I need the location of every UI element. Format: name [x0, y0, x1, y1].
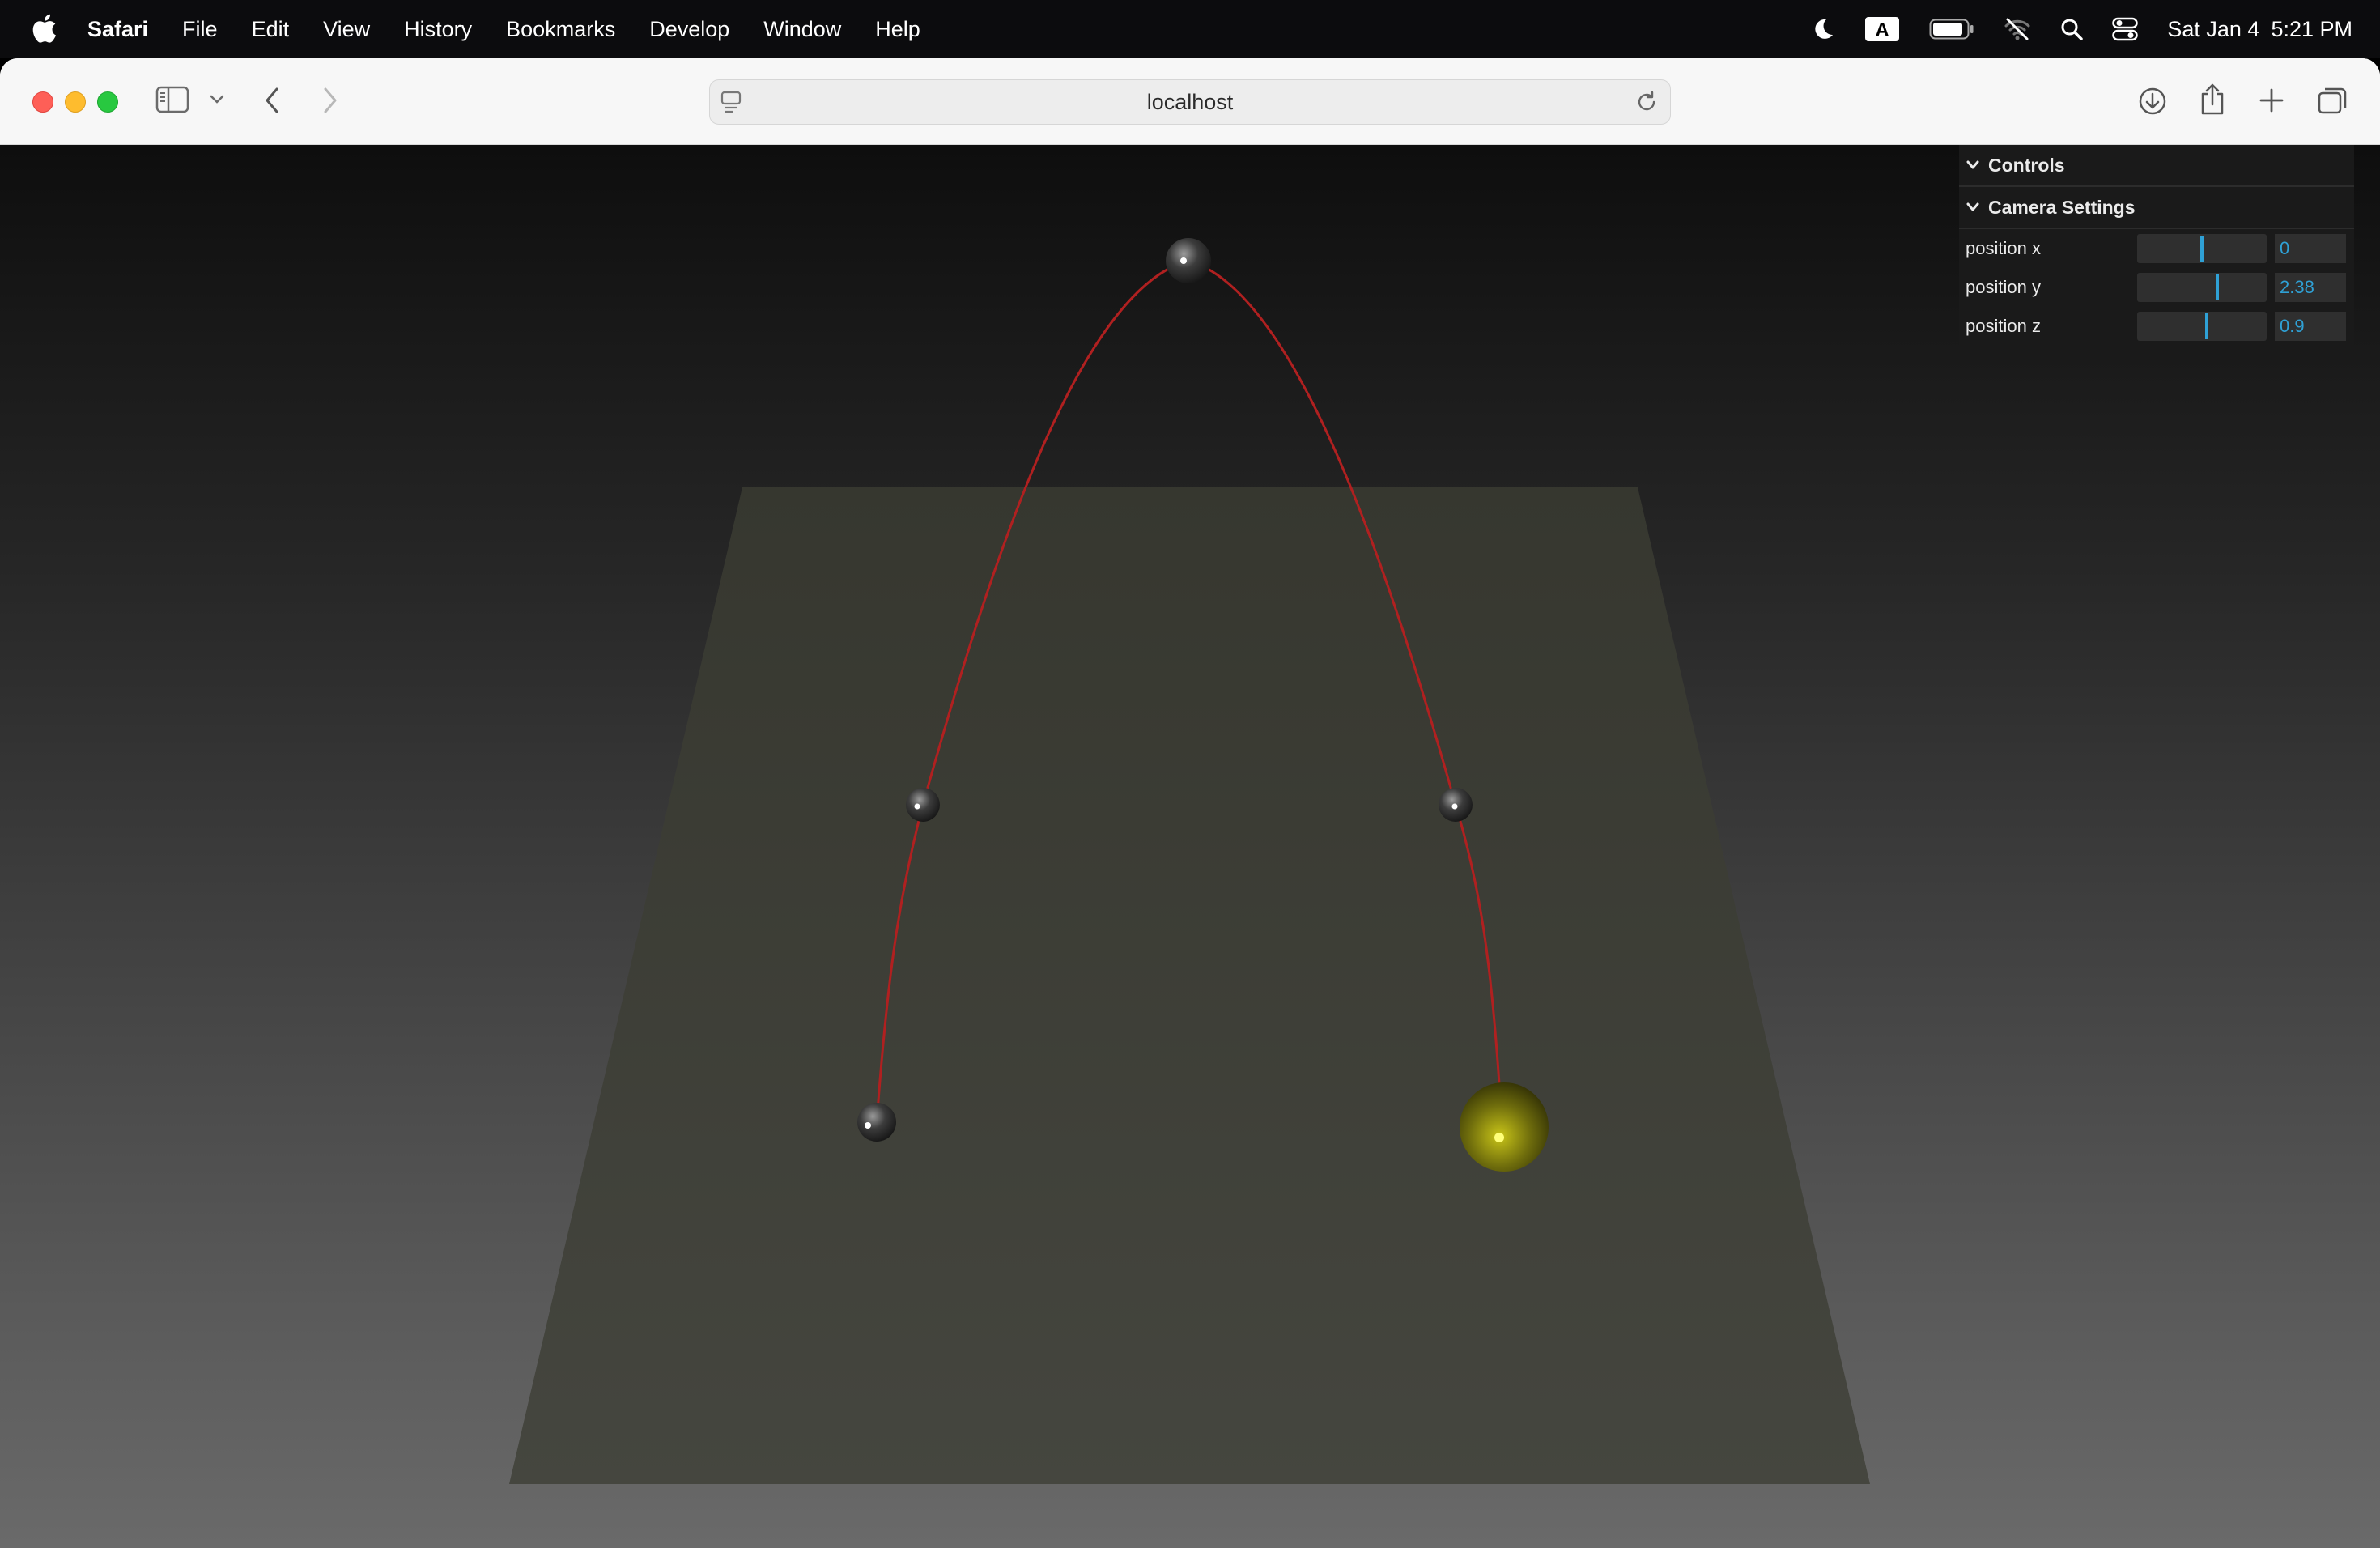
minimize-window-button[interactable]: [65, 91, 86, 113]
position-x-slider[interactable]: [2137, 234, 2267, 263]
position-y-input[interactable]: 2.38: [2275, 273, 2346, 302]
chevron-down-icon: [1966, 202, 1980, 213]
menu-bookmarks[interactable]: Bookmarks: [506, 17, 615, 42]
controls-folder-header[interactable]: Controls: [1959, 145, 2354, 187]
control-point-sphere[interactable]: [906, 788, 940, 822]
menu-help[interactable]: Help: [875, 17, 920, 42]
control-point-sphere[interactable]: [1439, 788, 1473, 822]
controls-title: Controls: [1988, 154, 2065, 176]
position-x-input[interactable]: 0: [2275, 234, 2346, 263]
control-point-sphere[interactable]: [857, 1103, 896, 1142]
menu-history[interactable]: History: [404, 17, 472, 42]
search-icon[interactable]: [2060, 18, 2084, 40]
moon-icon[interactable]: [1811, 17, 1835, 41]
position-y-slider[interactable]: [2137, 273, 2267, 302]
position-y-label: position y: [1966, 277, 2041, 297]
camera-settings-title: Camera Settings: [1988, 196, 2136, 218]
reload-icon[interactable]: [1634, 90, 1659, 118]
position-z-slider[interactable]: [2137, 312, 2267, 341]
safari-window: localhost Controls Camera Settings posit…: [0, 58, 2380, 1548]
ground-plane: [509, 487, 1870, 1484]
address-bar[interactable]: localhost: [709, 79, 1671, 125]
zoom-window-button[interactable]: [97, 91, 118, 113]
download-icon[interactable]: [2137, 86, 2168, 117]
browser-toolbar: localhost: [0, 58, 2380, 145]
camera-settings-folder-header[interactable]: Camera Settings: [1959, 187, 2354, 229]
menu-file[interactable]: File: [182, 17, 218, 42]
sidebar-icon[interactable]: [155, 86, 189, 113]
position-z-input[interactable]: 0.9: [2275, 312, 2346, 341]
webgl-viewport[interactable]: Controls Camera Settings position x 0 po…: [0, 145, 2380, 1548]
input-source-letter: A: [1876, 19, 1889, 41]
apple-logo-icon[interactable]: [31, 13, 57, 44]
position-x-label: position x: [1966, 238, 2041, 258]
forward-icon[interactable]: [321, 86, 340, 115]
url-text[interactable]: localhost: [710, 80, 1670, 124]
keyboard-input-A-icon[interactable]: A: [1864, 16, 1900, 42]
menu-bar: Safari File Edit View History Bookmarks …: [0, 0, 2380, 58]
menu-view[interactable]: View: [323, 17, 370, 42]
menu-edit[interactable]: Edit: [252, 17, 290, 42]
control-center-icon[interactable]: [2112, 17, 2139, 41]
back-icon[interactable]: [262, 86, 282, 115]
position-x-row: position x 0: [1959, 229, 2354, 268]
selected-control-point-sphere[interactable]: [1460, 1082, 1549, 1172]
clock-date: Sat Jan 4: [2167, 16, 2260, 41]
wifi-off-icon[interactable]: [2004, 17, 2031, 41]
slider-thumb[interactable]: [2200, 236, 2204, 262]
new-tab-icon[interactable]: [2259, 87, 2284, 113]
clock-time: 5:21 PM: [2271, 16, 2352, 41]
tab-overview-icon[interactable]: [2317, 86, 2348, 115]
position-z-label: position z: [1966, 316, 2041, 336]
menu-develop[interactable]: Develop: [649, 17, 729, 42]
position-y-row: position y 2.38: [1959, 268, 2354, 307]
close-window-button[interactable]: [32, 91, 53, 113]
menu-window[interactable]: Window: [763, 17, 841, 42]
menu-app-safari[interactable]: Safari: [87, 17, 148, 42]
slider-thumb[interactable]: [2205, 313, 2209, 339]
control-point-sphere[interactable]: [1166, 238, 1211, 283]
chevron-down-icon: [1966, 159, 1980, 171]
controls-panel: Controls Camera Settings position x 0 po…: [1959, 145, 2354, 346]
battery-icon[interactable]: [1929, 19, 1974, 40]
chevron-down-icon[interactable]: [209, 94, 225, 105]
slider-thumb[interactable]: [2216, 274, 2220, 300]
menu-bar-clock[interactable]: Sat Jan 4 5:21 PM: [2167, 17, 2352, 42]
share-icon[interactable]: [2199, 83, 2226, 117]
position-z-row: position z 0.9: [1959, 307, 2354, 346]
scene-canvas[interactable]: [0, 145, 2380, 1548]
